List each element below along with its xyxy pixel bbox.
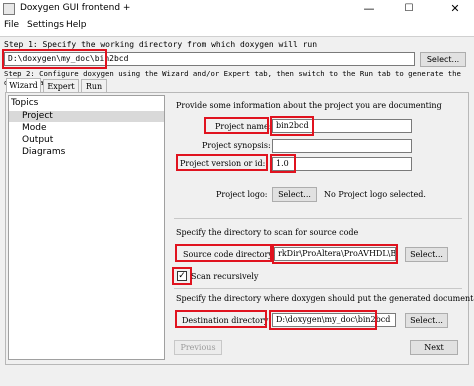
menu-file[interactable]: File xyxy=(4,20,19,30)
menu-help[interactable]: Help xyxy=(66,20,87,30)
topic-diagrams[interactable]: Diagrams xyxy=(22,147,65,157)
tab-wizard[interactable]: Wizard xyxy=(6,78,41,93)
scan-recursively-highlight xyxy=(172,267,192,285)
window-title: Doxygen GUI frontend + xyxy=(20,3,131,13)
destination-dir-select-button[interactable]: Select... xyxy=(405,313,448,328)
scan-recursively-label: Scan recursively xyxy=(191,272,259,281)
previous-button[interactable]: Previous xyxy=(174,340,222,355)
menu-settings[interactable]: Settings xyxy=(27,20,64,30)
minimize-button[interactable]: — xyxy=(354,0,384,18)
source-dir-input-highlight xyxy=(272,244,398,264)
project-logo-select-button[interactable]: Select... xyxy=(272,187,317,202)
topic-mode[interactable]: Mode xyxy=(22,123,47,133)
topic-output[interactable]: Output xyxy=(22,135,53,145)
project-logo-label: Project logo: xyxy=(216,190,268,199)
separator-2 xyxy=(174,288,462,289)
destination-dir-label-highlight xyxy=(175,310,267,328)
project-logo-status: No Project logo selected. xyxy=(324,190,426,199)
project-intro-text: Provide some information about the proje… xyxy=(176,101,442,110)
source-heading: Specify the directory to scan for source… xyxy=(176,228,359,237)
project-version-input-highlight xyxy=(270,154,296,173)
project-name-input-highlight xyxy=(270,116,314,136)
source-dir-label-highlight xyxy=(175,244,272,262)
project-name-label-highlight xyxy=(204,117,269,134)
maximize-button[interactable]: ☐ xyxy=(394,0,424,18)
topic-project[interactable]: Project xyxy=(22,111,53,121)
working-dir-select-button[interactable]: Select... xyxy=(420,52,466,67)
topics-heading: Topics xyxy=(11,98,39,108)
project-synopsis-label: Project synopsis: xyxy=(202,141,271,150)
tab-run[interactable]: Run xyxy=(81,79,107,93)
source-dir-select-button[interactable]: Select... xyxy=(405,247,448,262)
project-synopsis-input[interactable] xyxy=(272,139,412,153)
step1-label: Step 1: Specify the working directory fr… xyxy=(4,40,318,49)
close-button[interactable]: ✕ xyxy=(440,0,470,18)
destination-dir-input-highlight xyxy=(269,310,377,330)
app-icon xyxy=(3,3,15,15)
project-version-label-highlight xyxy=(176,154,268,171)
destination-heading: Specify the directory where doxygen shou… xyxy=(176,294,474,303)
tab-expert[interactable]: Expert xyxy=(43,79,79,93)
separator-1 xyxy=(174,218,462,219)
working-dir-highlight xyxy=(2,49,107,69)
next-button[interactable]: Next xyxy=(410,340,458,355)
